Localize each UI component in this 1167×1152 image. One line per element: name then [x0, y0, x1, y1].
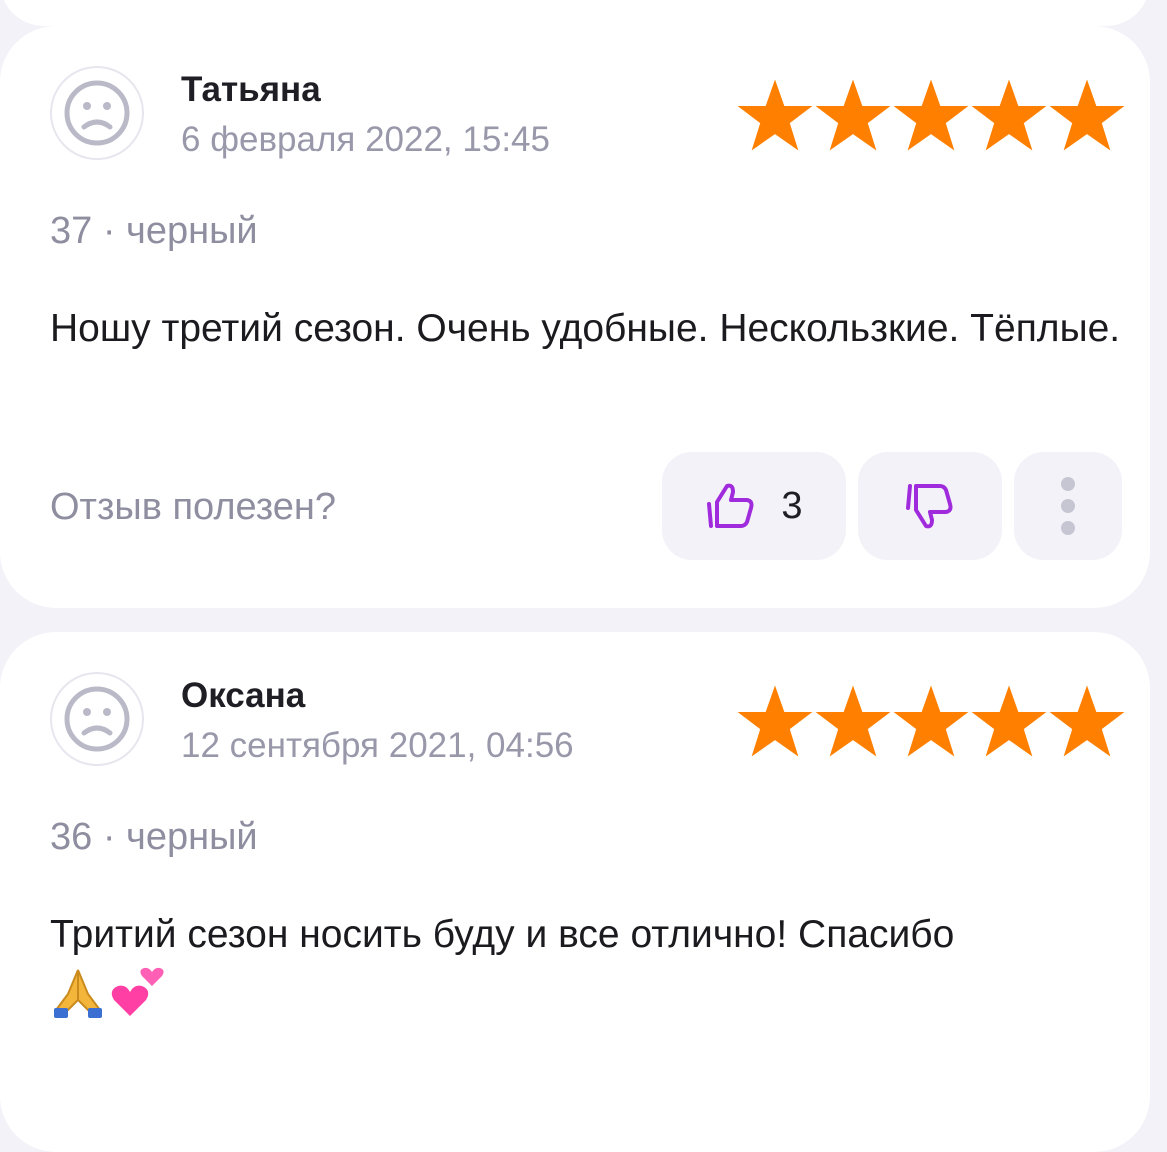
review-card: Татьяна 6 февраля 2022, 15:45 37 · черны… [0, 26, 1150, 608]
two-hearts-emoji [111, 967, 164, 1016]
previous-review-card [0, 0, 1150, 26]
star-rating [736, 78, 1126, 152]
sad-face-icon [64, 686, 130, 752]
review-text: Тритий сезон носить буду и все отлично! … [50, 913, 955, 956]
star-icon [893, 685, 969, 757]
size-color-info: 36 · черный [50, 816, 258, 858]
review-date: 12 сентября 2021, 04:56 [181, 726, 574, 765]
folded-hands-emoji [54, 969, 102, 1018]
emoji-row [50, 964, 166, 1020]
review-text-block: Тритий сезон носить буду и все отлично! … [50, 906, 1130, 1037]
more-vertical-icon [1061, 473, 1075, 539]
star-icon [1049, 685, 1125, 757]
like-count: 3 [781, 484, 803, 527]
like-button[interactable]: 3 [662, 452, 846, 560]
sad-face-icon [64, 80, 130, 146]
star-icon [1049, 79, 1125, 151]
star-icon [893, 79, 969, 151]
thumbs-down-icon [906, 484, 953, 529]
star-icon [815, 79, 891, 151]
more-options-button[interactable] [1014, 452, 1122, 560]
star-icon [737, 79, 813, 151]
avatar [50, 66, 144, 160]
star-rating [736, 684, 1126, 758]
dislike-button[interactable] [858, 452, 1002, 560]
review-date: 6 февраля 2022, 15:45 [181, 120, 550, 159]
thumbs-up-icon [707, 483, 754, 528]
star-icon [815, 685, 891, 757]
star-icon [737, 685, 813, 757]
star-icon [971, 79, 1047, 151]
size-color-info: 37 · черный [50, 210, 258, 252]
author-name: Татьяна [181, 70, 321, 109]
review-text: Ношу третий сезон. Очень удобные. Нескол… [50, 307, 1121, 350]
helpful-label: Отзыв полезен? [50, 486, 337, 528]
avatar [50, 672, 144, 766]
star-icon [971, 685, 1047, 757]
author-name: Оксана [181, 676, 306, 715]
review-card: Оксана 12 сентября 2021, 04:56 36 · черн… [0, 632, 1150, 1152]
